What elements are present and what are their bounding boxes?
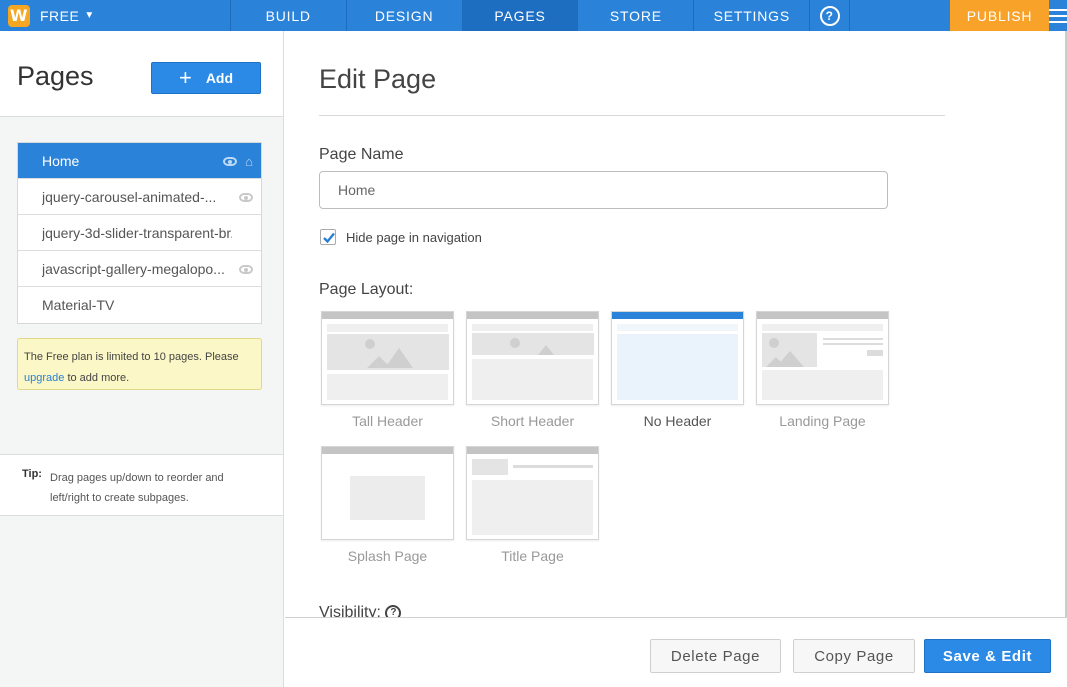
plan-menu[interactable]: W FREE ▼: [0, 0, 230, 31]
layout-tall-header[interactable]: [321, 311, 454, 405]
action-bar: Delete Page Copy Page Save & Edit: [285, 617, 1067, 687]
page-item-label: Material-TV: [42, 297, 115, 313]
page-item-javascript-gallery[interactable]: javascript-gallery-megalopo...: [18, 251, 261, 287]
plan-label: FREE: [40, 7, 80, 24]
hidden-eye-icon: [239, 192, 253, 202]
title-divider: [319, 115, 945, 116]
page-item-label: javascript-gallery-megalopo...: [42, 260, 225, 277]
delete-page-button[interactable]: Delete Page: [650, 639, 781, 673]
page-title: Edit Page: [319, 64, 437, 94]
page-layout-label: Page Layout:: [319, 281, 414, 298]
tip-box: Tip: Drag pages up/down to reorder and l…: [0, 454, 283, 516]
layout-label: Landing Page: [779, 413, 866, 429]
layout-label: Splash Page: [347, 548, 428, 564]
layout-title-page[interactable]: [466, 446, 599, 540]
nav-tab-design[interactable]: DESIGN: [345, 0, 462, 31]
plan-limit-notice: The Free plan is limited to 10 pages. Pl…: [17, 338, 262, 390]
sidebar-header: Pages + Add: [0, 31, 283, 117]
notice-text-end: to add more.: [67, 372, 130, 384]
layout-no-header[interactable]: [611, 311, 744, 405]
hidden-eye-icon: [223, 156, 238, 166]
layout-label: Tall Header: [352, 413, 423, 429]
nav-tab-pages[interactable]: PAGES: [461, 0, 578, 31]
sidebar-title: Pages: [17, 61, 94, 91]
hidden-eye-icon: [239, 264, 253, 274]
page-item-jquery-3d-slider[interactable]: jquery-3d-slider-transparent-br...: [18, 215, 261, 251]
add-page-label: Add: [205, 70, 234, 86]
save-and-edit-button[interactable]: Save & Edit: [924, 639, 1051, 673]
upgrade-link[interactable]: upgrade: [24, 372, 64, 384]
hide-in-nav-checkbox[interactable]: [320, 229, 336, 245]
nav-spacer: [849, 0, 950, 31]
checkmark-icon: [323, 232, 335, 244]
hamburger-icon: [1049, 8, 1067, 23]
layout-short-header[interactable]: [466, 311, 599, 405]
layout-splash-page[interactable]: [321, 446, 454, 540]
chevron-down-icon: ▼: [84, 10, 95, 21]
page-item-home[interactable]: Home ⌂: [18, 143, 261, 179]
nav-tab-build[interactable]: BUILD: [229, 0, 346, 31]
page-item-label: jquery-carousel-animated-...: [42, 188, 217, 205]
help-button[interactable]: ?: [809, 0, 849, 31]
copy-page-button[interactable]: Copy Page: [793, 639, 915, 673]
landscape-image-icon: [327, 334, 449, 370]
layout-label: Title Page: [501, 548, 564, 564]
page-item-label: jquery-3d-slider-transparent-br...: [42, 224, 232, 241]
landscape-image-icon: [472, 333, 594, 355]
landscape-image-icon: [762, 333, 817, 367]
page-item-jquery-carousel[interactable]: jquery-carousel-animated-...: [18, 179, 261, 215]
page-name-label: Page Name: [319, 146, 404, 163]
top-navigation: W FREE ▼ BUILD DESIGN PAGES STORE SETTIN…: [0, 0, 1067, 31]
publish-button[interactable]: PUBLISH: [950, 0, 1050, 31]
home-icon: ⌂: [245, 153, 253, 169]
nav-tab-settings[interactable]: SETTINGS: [693, 0, 809, 31]
page-item-material-tv[interactable]: Material-TV: [18, 287, 261, 323]
pages-sidebar: Pages + Add Home ⌂ jquery-carousel-anima…: [0, 31, 284, 687]
nav-tab-store[interactable]: STORE: [577, 0, 693, 31]
layout-landing-page[interactable]: [756, 311, 889, 405]
edit-page-panel: Edit Page Page Name Hide page in navigat…: [285, 31, 1067, 617]
tip-text: Drag pages up/down to reorder and left/r…: [50, 472, 224, 504]
tip-label: Tip:: [22, 468, 42, 480]
layout-label: Short Header: [490, 413, 575, 429]
add-page-button[interactable]: + Add: [151, 62, 261, 94]
weebly-logo-icon: W: [8, 4, 30, 27]
plus-icon: +: [178, 65, 192, 90]
page-list: Home ⌂ jquery-carousel-animated-... jque…: [17, 142, 262, 324]
notice-text: The Free plan is limited to 10 pages. Pl…: [24, 351, 239, 363]
menu-button[interactable]: [1049, 0, 1067, 31]
hide-in-nav-label[interactable]: Hide page in navigation: [346, 230, 482, 245]
layout-label: No Header: [643, 413, 712, 429]
page-item-label: Home: [42, 152, 80, 169]
help-icon: ?: [819, 5, 840, 26]
page-name-input[interactable]: [319, 171, 888, 209]
